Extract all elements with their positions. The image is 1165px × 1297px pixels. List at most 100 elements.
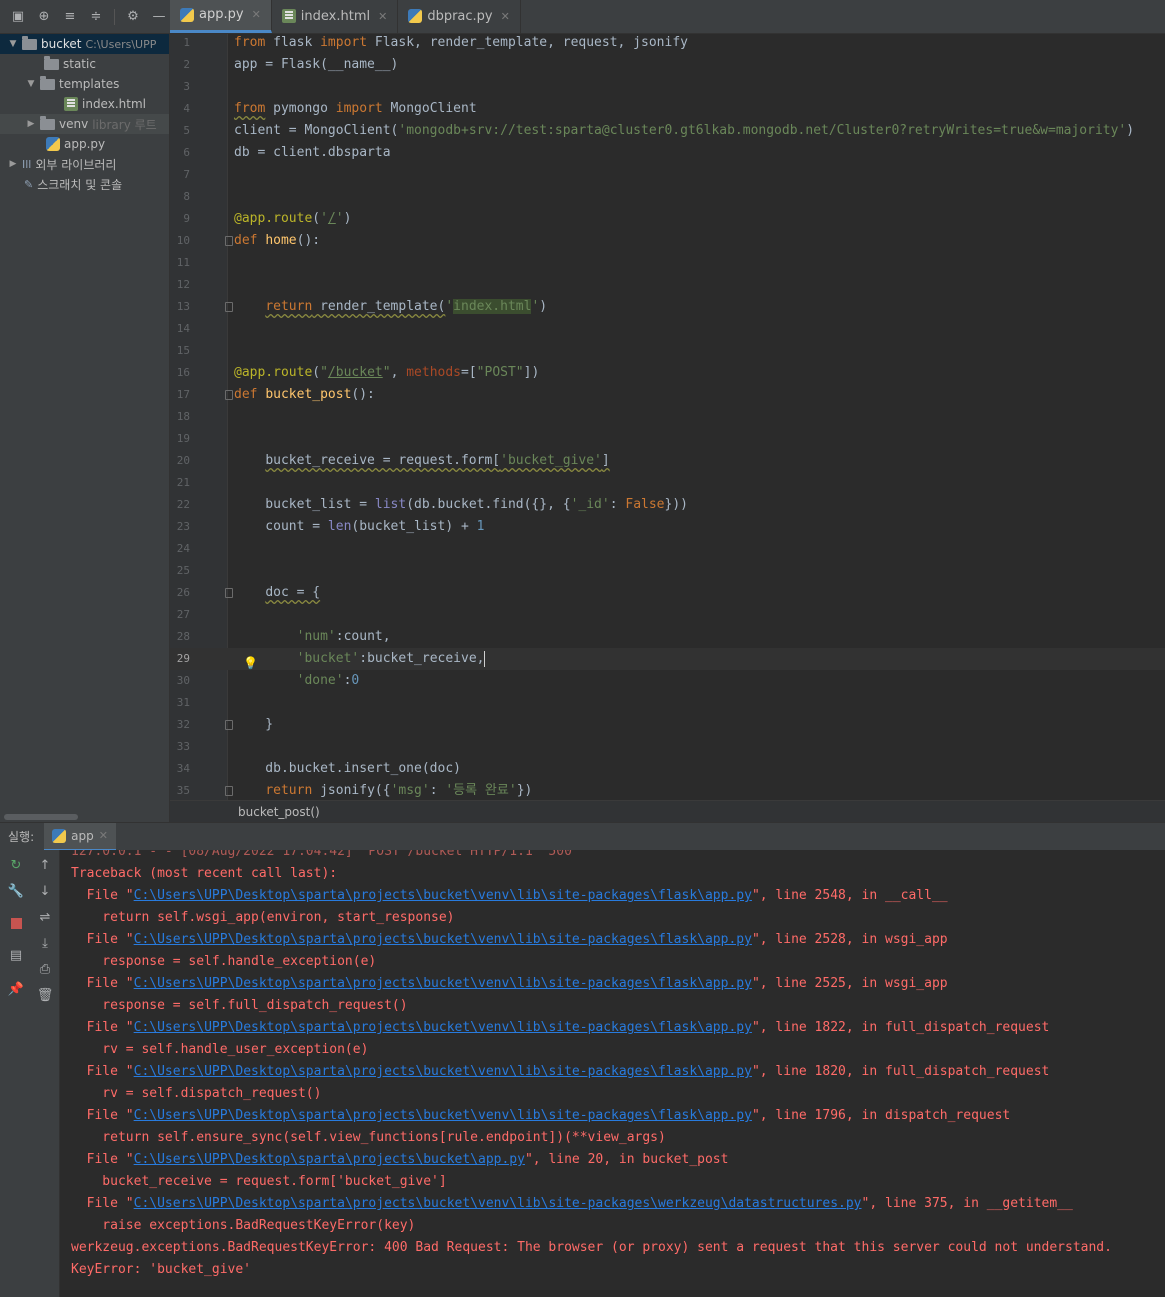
chevron-right-icon[interactable]: ▶ [26,119,36,129]
file-link[interactable]: C:\Users\UPP\Desktop\sparta\projects\buc… [134,1020,752,1035]
chevron-right-icon[interactable]: ▶ [8,159,18,169]
fold-marker-icon[interactable] [225,302,233,312]
up-arrow-icon[interactable]: ↑ [36,856,54,874]
tree-item-venv[interactable]: ▶ venv library 루트 [0,114,169,134]
code-text: from pymongo import MongoClient [234,101,477,116]
code-line[interactable]: 1 from flask import Flask, render_templat… [170,34,1165,54]
layout-icon[interactable]: ▣ [8,7,28,27]
code-line[interactable]: 21 [170,472,1165,494]
print-icon[interactable]: ⎙ [36,960,54,978]
file-link[interactable]: C:\Users\UPP\Desktop\sparta\projects\buc… [134,1108,752,1123]
close-icon[interactable]: ✕ [99,829,108,842]
code-line[interactable]: 10 def home(): [170,230,1165,252]
code-line[interactable]: 16 @app.route("/bucket", methods=["POST"]… [170,362,1165,384]
code-line[interactable]: 20 bucket_receive = request.form['bucket… [170,450,1165,472]
code-line[interactable]: 9 @app.route('/') [170,208,1165,230]
fold-marker-icon[interactable] [225,720,233,730]
code-text: from flask import Flask, render_template… [234,35,688,50]
code-line[interactable]: 35 return jsonify({'msg': '등록 완료'}) [170,780,1165,800]
code-line[interactable]: 19 [170,428,1165,450]
down-arrow-icon[interactable]: ↓ [36,882,54,900]
code-line[interactable]: 33 [170,736,1165,758]
file-link[interactable]: C:\Users\UPP\Desktop\sparta\projects\buc… [134,932,752,947]
console-text: ", line 20, in bucket_post [524,1152,729,1167]
close-icon[interactable]: ✕ [252,8,261,21]
chevron-down-icon[interactable]: ▼ [26,79,36,89]
breadcrumb[interactable]: bucket_post() [170,800,1165,822]
tab-dbprac-py[interactable]: dbprac.py ✕ [398,0,521,33]
stop-icon[interactable] [7,914,25,932]
tree-item-external-libraries[interactable]: ▶ Ill 외부 라이브러리 [0,154,169,174]
code-line[interactable]: 17 def bucket_post(): [170,384,1165,406]
file-link[interactable]: C:\Users\UPP\Desktop\sparta\projects\buc… [134,1196,862,1211]
line-number: 7 [183,168,190,181]
trash-icon[interactable]: 🗑 [36,986,54,1004]
tree-item-scratches[interactable]: ✎ 스크래치 및 콘솔 [0,174,169,194]
code-line[interactable]: 27 [170,604,1165,626]
rerun-icon[interactable]: ↻ [7,856,25,874]
code-line[interactable]: 14 [170,318,1165,340]
fold-marker-icon[interactable] [225,786,233,796]
code-line[interactable]: 32 } [170,714,1165,736]
code-line[interactable]: 6 db = client.dbsparta [170,142,1165,164]
code-line[interactable]: 22 bucket_list = list(db.bucket.find({},… [170,494,1165,516]
tab-app-py[interactable]: app.py ✕ [170,0,272,33]
code-line[interactable]: 31 [170,692,1165,714]
tab-run-app[interactable]: app ✕ [44,822,116,851]
code-line[interactable]: 13 return render_template('index.html') [170,296,1165,318]
layout-icon[interactable]: ▤ [7,946,25,964]
code-line[interactable]: 24 [170,538,1165,560]
code-line[interactable]: 8 [170,186,1165,208]
code-line[interactable]: 26 doc = { [170,582,1165,604]
code-line[interactable]: 4 from pymongo import MongoClient [170,98,1165,120]
code-text: 'bucket':bucket_receive, [296,650,486,667]
close-icon[interactable]: ✕ [501,10,510,23]
expand-all-icon[interactable]: ≡ [60,7,80,27]
code-line[interactable]: 29 💡 'bucket':bucket_receive, [170,648,1165,670]
code-line[interactable]: 28 'num':count, [170,626,1165,648]
code-line[interactable]: 30 'done':0 [170,670,1165,692]
code-text: 'num':count, [296,629,391,644]
code-line[interactable]: 15 [170,340,1165,362]
file-link[interactable]: C:\Users\UPP\Desktop\sparta\projects\buc… [134,976,752,991]
wrench-icon[interactable]: 🔧 [7,882,25,900]
code-line[interactable]: 5 client = MongoClient('mongodb+srv://tes… [170,120,1165,142]
fold-marker-icon[interactable] [225,588,233,598]
code-line[interactable]: 11 [170,252,1165,274]
code-line[interactable]: 23 count = len(bucket_list) + 1 [170,516,1165,538]
locate-icon[interactable]: ⊕ [34,7,54,27]
collapse-all-icon[interactable]: ≑ [86,7,106,27]
line-number: 35 [176,784,190,797]
gear-icon[interactable]: ⚙ [123,7,143,27]
close-icon[interactable]: ✕ [378,10,387,23]
code-line[interactable]: 3 [170,76,1165,98]
tree-item-index-html[interactable]: index.html [0,94,169,114]
code-editor[interactable]: 1 from flask import Flask, render_templat… [170,34,1165,800]
tree-item-templates[interactable]: ▼ templates [0,74,169,94]
scroll-to-end-icon[interactable]: ⤓ [36,934,54,952]
code-line[interactable]: 7 [170,164,1165,186]
code-line[interactable]: 25 [170,560,1165,582]
fold-marker-icon[interactable] [225,390,233,400]
file-link[interactable]: C:\Users\UPP\Desktop\sparta\projects\buc… [134,888,752,903]
tree-item-static[interactable]: static [0,54,169,74]
file-link[interactable]: C:\Users\UPP\Desktop\sparta\projects\buc… [134,1152,525,1167]
tab-index-html[interactable]: index.html ✕ [272,0,399,33]
fold-marker-icon[interactable] [225,236,233,246]
horizontal-scrollbar[interactable] [4,814,78,820]
tree-item-bucket[interactable]: ▼ bucket C:\Users\UPP [0,34,169,54]
code-line[interactable]: 2 app = Flask(__name__) [170,54,1165,76]
console-output[interactable]: 127.0.0.1 - - [08/Aug/2022 17:04:42] "PO… [60,850,1165,1297]
breadcrumb-function[interactable]: bucket_post() [238,805,320,819]
file-link[interactable]: C:\Users\UPP\Desktop\sparta\projects\buc… [134,1064,752,1079]
chevron-down-icon[interactable]: ▼ [8,39,18,49]
tree-item-app-py[interactable]: app.py [0,134,169,154]
pin-icon[interactable]: 📌 [7,980,25,998]
code-text: return render_template('index.html') [265,299,548,314]
code-line[interactable]: 34 db.bucket.insert_one(doc) [170,758,1165,780]
code-line[interactable]: 18 [170,406,1165,428]
minimize-icon[interactable]: — [149,7,169,27]
console-text: ", line 2525, in wsgi_app [751,976,948,991]
soft-wrap-icon[interactable]: ⇌ [36,908,54,926]
code-line[interactable]: 12 [170,274,1165,296]
